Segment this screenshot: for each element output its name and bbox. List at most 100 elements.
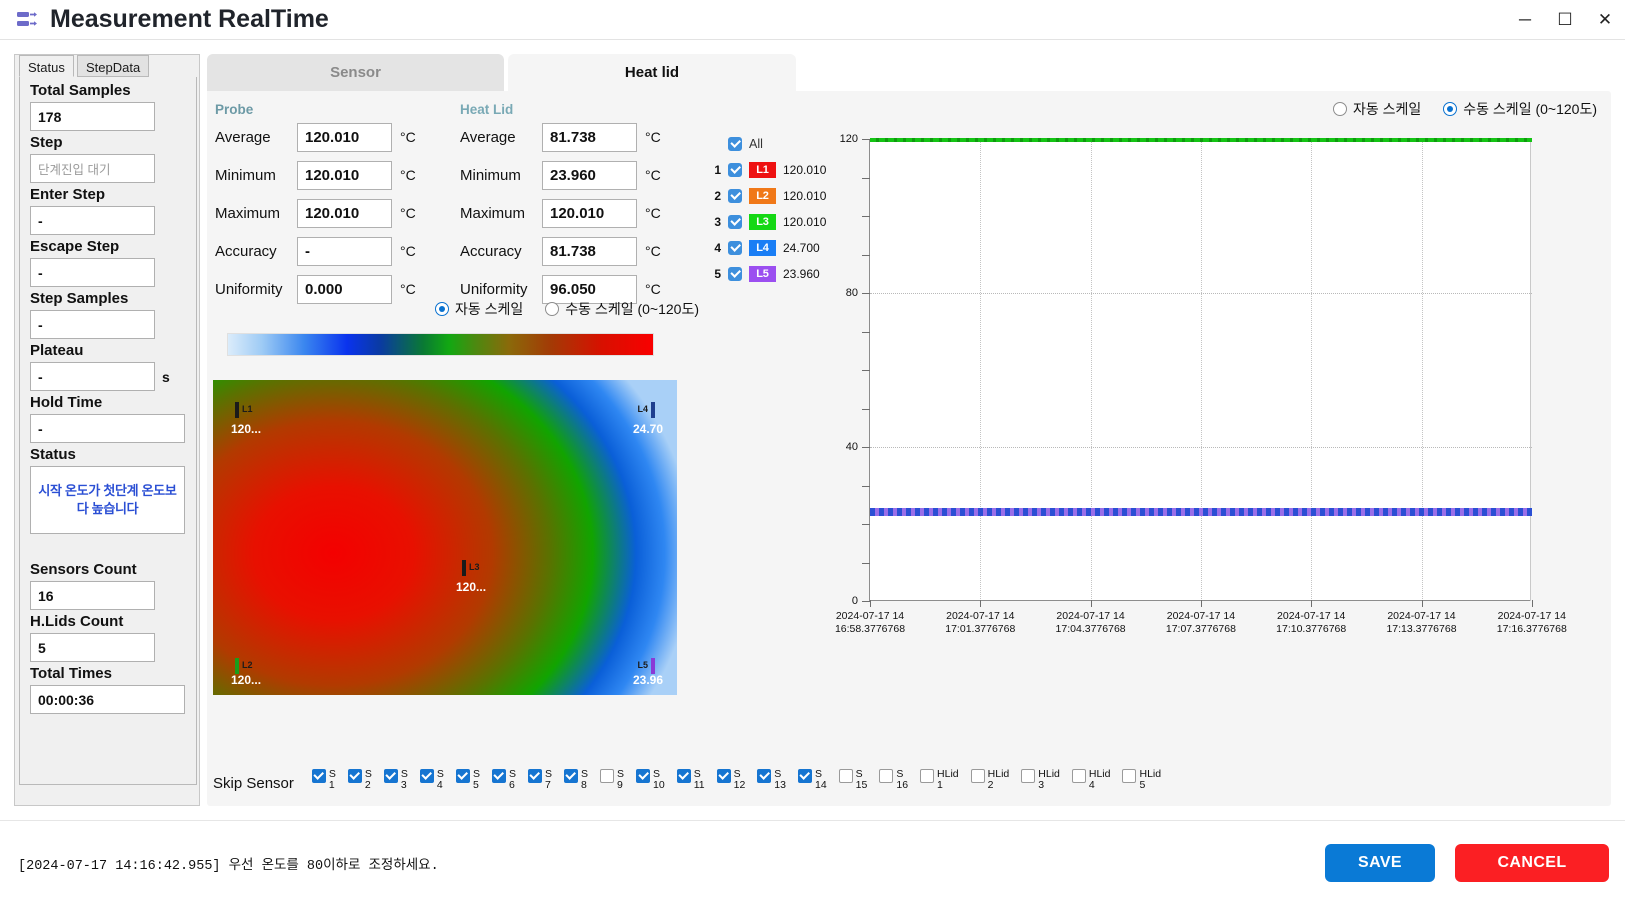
title-bar: Measurement RealTime ─ ☐ ✕ [0, 0, 1625, 40]
field-enter-step[interactable]: - [30, 206, 155, 235]
skip-item-s12[interactable]: S 12 [716, 769, 745, 791]
field-escape-step[interactable]: - [30, 258, 155, 287]
heatmap-scale-manual[interactable]: 수동 스케일 (0~120도) [545, 299, 699, 319]
legend-row-l2[interactable]: 2 L2 120.010 [712, 183, 826, 209]
skip-checkbox-s10[interactable] [636, 769, 651, 783]
temperature-heatmap[interactable]: L1 120... L4 24.70 L3 120... L2 120... L… [213, 380, 677, 695]
tab-heat-lid[interactable]: Heat lid [508, 54, 796, 91]
radio-auto-icon[interactable] [435, 302, 449, 316]
legend-l5-checkbox[interactable] [728, 267, 742, 281]
legend-l4-checkbox[interactable] [728, 241, 742, 255]
probe-average-value[interactable]: 120.010 [297, 122, 392, 152]
skip-item-s16[interactable]: S 16 [879, 769, 908, 791]
legend-l2-checkbox[interactable] [728, 189, 742, 203]
skip-checkbox-s4[interactable] [419, 769, 434, 783]
skip-checkbox-s8[interactable] [563, 769, 578, 783]
skip-item-s9[interactable]: S9 [600, 769, 624, 791]
probe-maximum-value[interactable]: 120.010 [297, 198, 392, 228]
skip-item-s4[interactable]: S4 [419, 769, 444, 791]
skip-checkbox-s12[interactable] [716, 769, 731, 783]
maximize-icon[interactable]: ☐ [1545, 0, 1585, 40]
legend-row-l3[interactable]: 3 L3 120.010 [712, 209, 826, 235]
skip-item-s15[interactable]: S 15 [838, 769, 867, 791]
field-plateau[interactable]: - [30, 362, 155, 391]
skip-checkbox-s6[interactable] [491, 769, 506, 783]
legend-row-all[interactable]: All [712, 131, 826, 157]
skip-item-hlid2[interactable]: HLid 2 [970, 769, 1009, 791]
skip-item-s5[interactable]: S5 [455, 769, 480, 791]
skip-item-s10[interactable]: S 10 [636, 769, 665, 791]
chart-scale-auto[interactable]: 자동 스케일 [1332, 99, 1421, 119]
skip-checkbox-hlid3[interactable] [1021, 769, 1036, 783]
skip-item-s13[interactable]: S 13 [757, 769, 786, 791]
heatmap-scale-auto[interactable]: 자동 스케일 [435, 299, 523, 319]
heatlid-maximum-value[interactable]: 120.010 [542, 198, 637, 228]
skip-item-hlid3[interactable]: HLid 3 [1021, 769, 1060, 791]
field-total-times[interactable]: 00:00:36 [30, 685, 185, 714]
field-hold-time[interactable]: - [30, 414, 185, 443]
save-button[interactable]: SAVE [1325, 844, 1435, 882]
minimize-icon[interactable]: ─ [1505, 0, 1545, 40]
radio-chart-manual-icon[interactable] [1443, 102, 1458, 116]
heatlid-accuracy-value[interactable]: 81.738 [542, 236, 637, 266]
legend-row-l1[interactable]: 1 L1 120.010 [712, 157, 826, 183]
legend-l3-checkbox[interactable] [728, 215, 742, 229]
sidebar-tab-stepdata[interactable]: StepData [77, 55, 150, 77]
skip-checkbox-hlid1[interactable] [920, 769, 935, 783]
chart-plot-area[interactable]: 120 80 40 0 2024-07-17 14 16:58.3776768 … [835, 133, 1567, 635]
probe-uniformity-value[interactable]: 0.000 [297, 274, 392, 304]
skip-checkbox-s13[interactable] [757, 769, 772, 783]
skip-item-s14[interactable]: S 14 [797, 769, 827, 791]
legend-l4-value: 24.700 [783, 241, 820, 255]
skip-checkbox-s1[interactable] [311, 769, 326, 783]
probe-accuracy-value[interactable]: - [297, 236, 392, 266]
skip-checkbox-hlid4[interactable] [1071, 769, 1086, 783]
legend-all-checkbox[interactable] [728, 137, 742, 151]
skip-checkbox-s2[interactable] [347, 769, 362, 783]
field-step-samples[interactable]: - [30, 310, 155, 339]
field-hlids-count[interactable]: 5 [30, 633, 155, 662]
field-sensors-count[interactable]: 16 [30, 581, 155, 610]
skip-checkbox-hlid2[interactable] [970, 769, 985, 783]
skip-checkbox-s7[interactable] [527, 769, 542, 783]
tab-sensor[interactable]: Sensor [207, 54, 504, 91]
radio-manual-icon[interactable] [545, 302, 560, 316]
skip-checkbox-s3[interactable] [383, 769, 398, 783]
radio-chart-auto-icon[interactable] [1332, 102, 1347, 116]
skip-item-hlid1[interactable]: HLid 1 [920, 769, 959, 791]
skip-checkbox-s9[interactable] [600, 769, 614, 783]
legend-l1-checkbox[interactable] [728, 163, 742, 177]
skip-checkbox-s14[interactable] [797, 769, 812, 783]
heatlid-average-value[interactable]: 81.738 [542, 122, 637, 152]
legend-row-l4[interactable]: 4 L4 24.700 [712, 235, 826, 261]
main-body: Status StepData Total Samples 178 Step 단… [0, 40, 1625, 820]
ytick-minor-1 [862, 177, 870, 179]
skip-item-s7[interactable]: S7 [527, 769, 552, 791]
chart-scale-manual[interactable]: 수동 스케일 (0~120도) [1443, 99, 1597, 119]
field-total-samples[interactable]: 178 [30, 102, 155, 131]
skip-caption-hlid3: HLid 3 [1038, 768, 1060, 791]
skip-checkbox-s11[interactable] [676, 769, 691, 783]
skip-item-s3[interactable]: S3 [383, 769, 408, 791]
probe-minimum-value[interactable]: 120.010 [297, 160, 392, 190]
cancel-button[interactable]: CANCEL [1455, 844, 1609, 882]
ytick-label-80: 80 [845, 287, 858, 299]
skip-item-hlid5[interactable]: HLid 5 [1122, 769, 1161, 791]
skip-item-s8[interactable]: S8 [563, 769, 588, 791]
skip-item-hlid4[interactable]: HLid 4 [1071, 769, 1110, 791]
skip-item-s6[interactable]: S6 [491, 769, 516, 791]
close-icon[interactable]: ✕ [1585, 0, 1625, 40]
skip-checkbox-hlid5[interactable] [1122, 769, 1137, 783]
skip-checkbox-s16[interactable] [879, 769, 894, 783]
skip-checkbox-s5[interactable] [455, 769, 470, 783]
skip-item-s11[interactable]: S 11 [676, 769, 705, 791]
heatlid-minimum-value[interactable]: 23.960 [542, 160, 637, 190]
field-step[interactable]: 단계진입 대기 [30, 154, 155, 183]
skip-sensor-label: Skip Sensor [213, 775, 294, 792]
skip-checkbox-s15[interactable] [838, 769, 853, 783]
skip-item-s1[interactable]: S1 [311, 769, 336, 791]
skip-item-s2[interactable]: S2 [347, 769, 372, 791]
label-plateau: Plateau [30, 342, 84, 359]
legend-row-l5[interactable]: 5 L5 23.960 [712, 261, 826, 287]
sidebar-tab-status[interactable]: Status [19, 55, 74, 77]
